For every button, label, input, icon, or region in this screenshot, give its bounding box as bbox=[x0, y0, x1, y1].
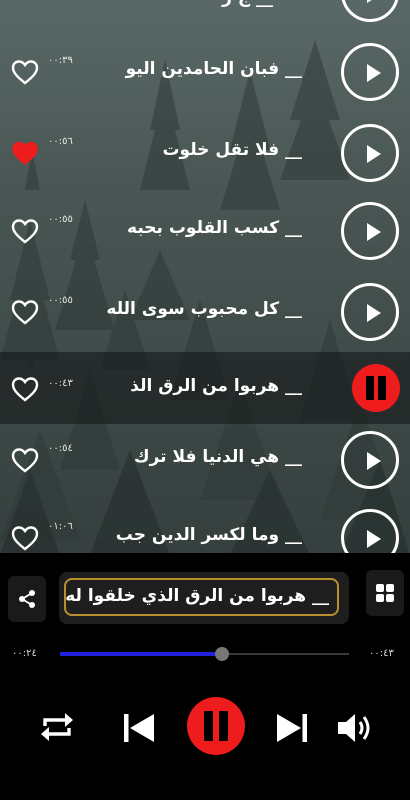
play-button[interactable] bbox=[341, 124, 399, 182]
track-row[interactable]: ٠٠:٥٥ __ كل محبوب سوى الله bbox=[0, 273, 410, 351]
track-row[interactable]: ٠١:٠٦ __ وما لكسر الدين جب bbox=[0, 499, 410, 555]
track-title: __ فبان الحامدين اليو bbox=[125, 59, 302, 79]
total-time: ٠٠:٤٣ bbox=[369, 648, 394, 659]
pause-icon bbox=[204, 711, 213, 741]
next-button[interactable] bbox=[275, 713, 309, 743]
elapsed-time: ٠٠:٢٤ bbox=[12, 648, 37, 659]
pause-button[interactable] bbox=[352, 364, 400, 412]
now-playing-box: __ هربوا من الرق الذي خلقوا له bbox=[59, 572, 349, 624]
volume-icon bbox=[338, 714, 370, 742]
play-button[interactable] bbox=[341, 283, 399, 341]
track-title: __ هربوا من الرق الذ bbox=[130, 376, 302, 396]
now-playing-title: __ هربوا من الرق الذي خلقوا له bbox=[65, 586, 329, 606]
track-duration: ٠٠:٥٥ bbox=[48, 214, 73, 225]
track-duration: ٠٠:٥٥ bbox=[48, 295, 73, 306]
track-duration: ٠١:٠٦ bbox=[48, 521, 73, 532]
play-icon bbox=[367, 223, 381, 241]
play-button[interactable] bbox=[341, 509, 399, 555]
track-title: __ كسب القلوب بحبه bbox=[127, 218, 302, 238]
track-title: __ وما لكسر الدين جب bbox=[115, 525, 302, 545]
track-row[interactable]: __ ج ر bbox=[0, 0, 410, 32]
track-row[interactable]: ٠٠:٥٥ __ كسب القلوب بحبه bbox=[0, 192, 410, 270]
play-button[interactable] bbox=[341, 431, 399, 489]
track-duration: ٠٠:٥٤ bbox=[48, 443, 73, 454]
track-duration: ٠٠:٥٦ bbox=[48, 136, 73, 147]
volume-button[interactable] bbox=[336, 711, 374, 745]
share-icon bbox=[19, 590, 35, 608]
play-icon bbox=[367, 452, 381, 470]
play-icon bbox=[367, 530, 381, 548]
play-icon bbox=[367, 145, 381, 163]
track-title: __ فلا تقل خلوت bbox=[162, 140, 302, 160]
player-bar: __ هربوا من الرق الذي خلقوا له ٠٠:٢٤ ٠٠:… bbox=[0, 553, 410, 800]
heart-outline-icon[interactable] bbox=[11, 447, 39, 473]
track-row[interactable]: ٠٠:٥٤ __ هي الدنيا فلا ترك bbox=[0, 421, 410, 499]
play-button[interactable] bbox=[341, 43, 399, 101]
track-duration: ٠٠:٤٣ bbox=[48, 378, 73, 389]
main-pause-button[interactable] bbox=[187, 697, 245, 755]
pause-icon bbox=[366, 376, 374, 400]
grid-icon bbox=[376, 584, 394, 602]
track-duration: ٠٠:٣٩ bbox=[48, 55, 73, 66]
menu-grid-button[interactable] bbox=[366, 570, 404, 616]
track-title-partial: __ ج ر bbox=[153, 0, 273, 8]
heart-outline-icon[interactable] bbox=[11, 376, 39, 402]
previous-button[interactable] bbox=[122, 713, 156, 743]
repeat-icon bbox=[41, 713, 73, 741]
play-icon bbox=[367, 64, 381, 82]
heart-outline-icon[interactable] bbox=[11, 218, 39, 244]
repeat-button[interactable] bbox=[39, 710, 75, 744]
share-button[interactable] bbox=[8, 576, 46, 622]
play-button[interactable] bbox=[341, 202, 399, 260]
track-row-active[interactable]: ٠٠:٤٣ __ هربوا من الرق الذ bbox=[0, 352, 410, 424]
seek-bar[interactable] bbox=[60, 647, 349, 661]
track-row[interactable]: ٠٠:٣٩ __ فبان الحامدين اليو bbox=[0, 33, 410, 111]
heart-outline-icon[interactable] bbox=[11, 525, 39, 551]
heart-outline-icon[interactable] bbox=[11, 59, 39, 85]
play-button[interactable] bbox=[341, 0, 399, 22]
heart-filled-icon[interactable] bbox=[11, 140, 39, 166]
track-title: __ هي الدنيا فلا ترك bbox=[134, 447, 302, 467]
play-icon bbox=[367, 304, 381, 322]
skip-next-icon bbox=[277, 714, 307, 742]
track-title: __ كل محبوب سوى الله bbox=[106, 299, 302, 319]
track-row[interactable]: ٠٠:٥٦ __ فلا تقل خلوت bbox=[0, 114, 410, 192]
heart-outline-icon[interactable] bbox=[11, 299, 39, 325]
seek-handle[interactable] bbox=[214, 647, 229, 661]
skip-previous-icon bbox=[124, 714, 154, 742]
track-list: __ ج ر ٠٠:٣٩ __ فبان الحامدين اليو ٠٠:٥٦… bbox=[0, 0, 410, 555]
now-playing-frame: __ هربوا من الرق الذي خلقوا له bbox=[64, 578, 339, 616]
seek-progress bbox=[60, 652, 222, 656]
